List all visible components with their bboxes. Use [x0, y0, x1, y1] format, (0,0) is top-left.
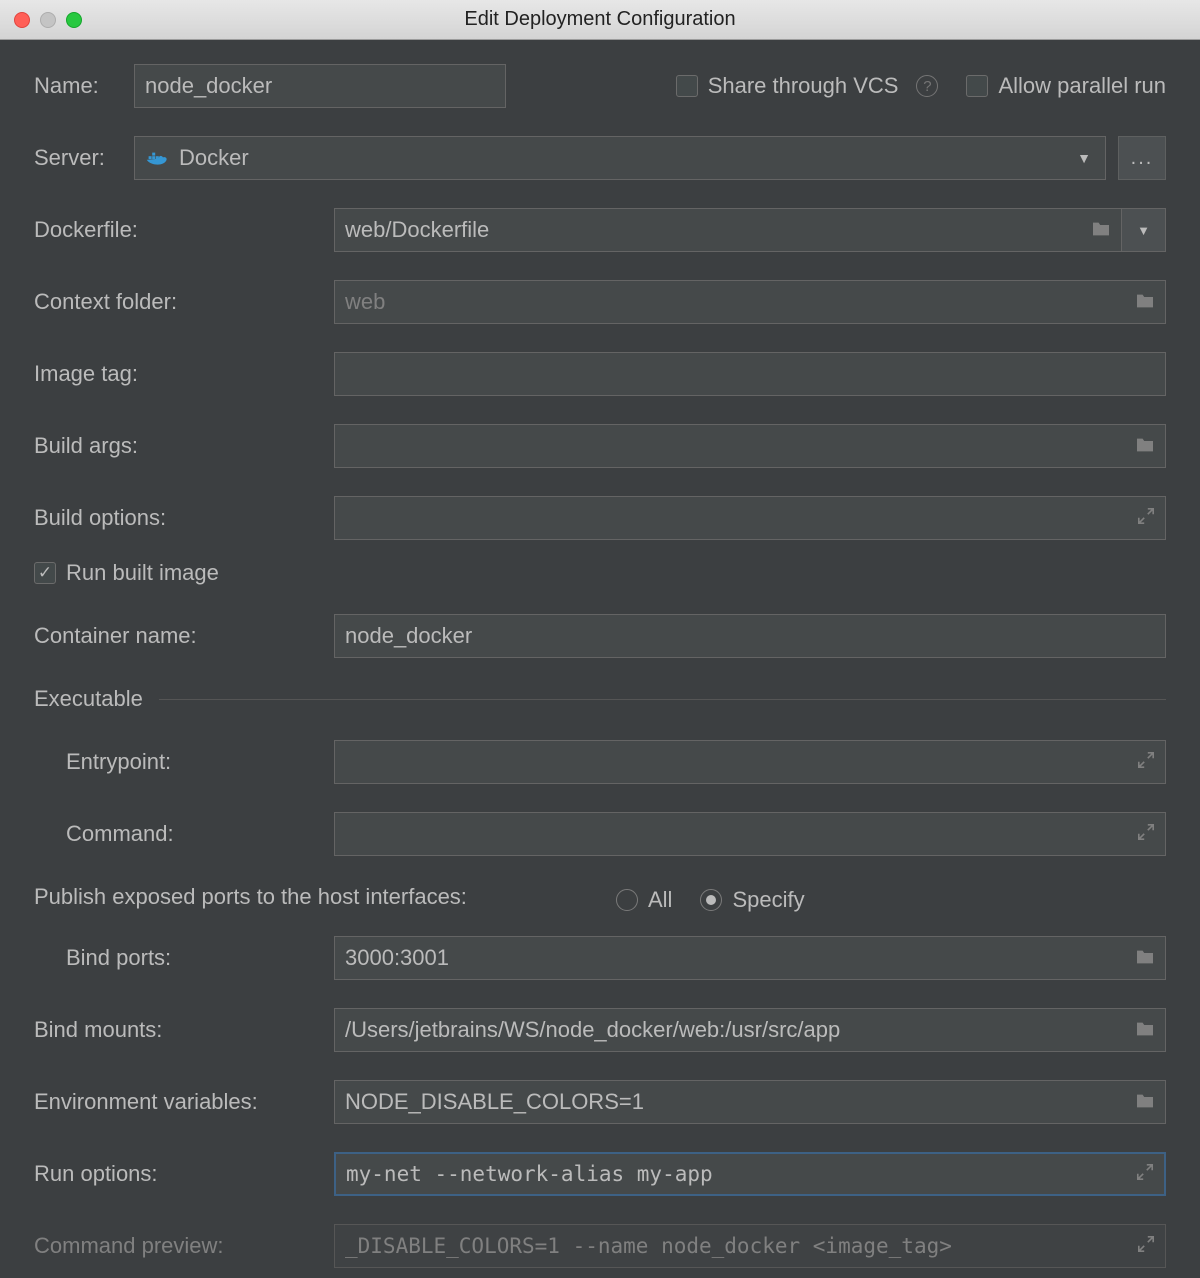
run-options-input[interactable]: my-net --network-alias my-app [334, 1152, 1166, 1196]
ports-all-radio[interactable]: All [616, 887, 672, 913]
command-preview-field: _DISABLE_COLORS=1 --name node_docker <im… [334, 1224, 1166, 1268]
bind-mounts-input[interactable]: /Users/jetbrains/WS/node_docker/web:/usr… [334, 1008, 1166, 1052]
folder-icon[interactable] [1135, 1017, 1155, 1043]
chevron-down-icon: ▼ [1077, 150, 1091, 166]
run-options-label: Run options: [34, 1161, 334, 1187]
publish-ports-label: Publish exposed ports to the host interf… [34, 884, 616, 916]
build-options-input[interactable] [334, 496, 1166, 540]
command-preview-value: _DISABLE_COLORS=1 --name node_docker <im… [345, 1234, 952, 1258]
build-options-label: Build options: [34, 505, 334, 531]
server-more-button[interactable]: ... [1118, 136, 1166, 180]
folder-icon[interactable] [1135, 1089, 1155, 1115]
build-args-input[interactable] [334, 424, 1166, 468]
expand-icon[interactable] [1137, 749, 1155, 775]
container-name-label: Container name: [34, 623, 334, 649]
server-value: Docker [179, 145, 249, 171]
ports-specify-radio[interactable]: Specify [700, 887, 804, 913]
executable-section-header: Executable [34, 686, 1166, 712]
folder-icon[interactable] [1091, 217, 1111, 243]
bind-mounts-label: Bind mounts: [34, 1017, 334, 1043]
titlebar: Edit Deployment Configuration [0, 0, 1200, 40]
folder-icon[interactable] [1135, 433, 1155, 459]
chevron-down-icon: ▼ [1137, 223, 1150, 238]
folder-icon[interactable] [1135, 945, 1155, 971]
env-vars-value: NODE_DISABLE_COLORS=1 [345, 1089, 644, 1115]
section-divider [159, 699, 1166, 700]
context-placeholder: web [345, 289, 385, 315]
env-vars-label: Environment variables: [34, 1089, 334, 1115]
checkbox-icon [966, 75, 988, 97]
run-built-image-checkbox[interactable]: ✓ Run built image [34, 560, 219, 586]
run-options-value: my-net --network-alias my-app [346, 1162, 713, 1186]
bind-mounts-value: /Users/jetbrains/WS/node_docker/web:/usr… [345, 1017, 840, 1043]
expand-icon[interactable] [1136, 1162, 1154, 1186]
command-label: Command: [34, 821, 334, 847]
command-preview-label: Command preview: [34, 1233, 334, 1259]
env-vars-input[interactable]: NODE_DISABLE_COLORS=1 [334, 1080, 1166, 1124]
expand-icon[interactable] [1137, 505, 1155, 531]
ports-all-label: All [648, 887, 672, 913]
server-dropdown[interactable]: Docker ▼ [134, 136, 1106, 180]
checkbox-icon [676, 75, 698, 97]
ports-specify-label: Specify [732, 887, 804, 913]
radio-unchecked-icon [616, 889, 638, 911]
context-folder-label: Context folder: [34, 289, 334, 315]
command-input[interactable] [334, 812, 1166, 856]
help-icon[interactable]: ? [916, 75, 938, 97]
run-built-label: Run built image [66, 560, 219, 586]
allow-parallel-label: Allow parallel run [998, 73, 1166, 99]
radio-checked-icon [700, 889, 722, 911]
image-tag-input[interactable] [334, 352, 1166, 396]
bind-ports-label: Bind ports: [34, 945, 334, 971]
dockerfile-history-button[interactable]: ▼ [1122, 208, 1166, 252]
window-title: Edit Deployment Configuration [0, 8, 1200, 31]
context-folder-input[interactable]: web [334, 280, 1166, 324]
dockerfile-input[interactable]: web/Dockerfile [334, 208, 1122, 252]
name-input[interactable] [134, 64, 506, 108]
container-name-input[interactable] [334, 614, 1166, 658]
allow-parallel-checkbox[interactable]: Allow parallel run [966, 73, 1166, 99]
name-label: Name: [34, 73, 134, 99]
server-label: Server: [34, 145, 134, 171]
image-tag-label: Image tag: [34, 361, 334, 387]
checkbox-checked-icon: ✓ [34, 562, 56, 584]
folder-icon[interactable] [1135, 289, 1155, 315]
share-vcs-checkbox[interactable]: Share through VCS ? [676, 73, 939, 99]
entrypoint-input[interactable] [334, 740, 1166, 784]
docker-icon [145, 149, 169, 167]
dockerfile-label: Dockerfile: [34, 217, 334, 243]
bind-ports-value: 3000:3001 [345, 945, 449, 971]
dockerfile-value: web/Dockerfile [345, 217, 489, 243]
entrypoint-label: Entrypoint: [34, 749, 334, 775]
share-vcs-label: Share through VCS [708, 73, 899, 99]
expand-icon[interactable] [1137, 1234, 1155, 1258]
build-args-label: Build args: [34, 433, 334, 459]
expand-icon[interactable] [1137, 821, 1155, 847]
executable-section-label: Executable [34, 686, 143, 712]
bind-ports-input[interactable]: 3000:3001 [334, 936, 1166, 980]
